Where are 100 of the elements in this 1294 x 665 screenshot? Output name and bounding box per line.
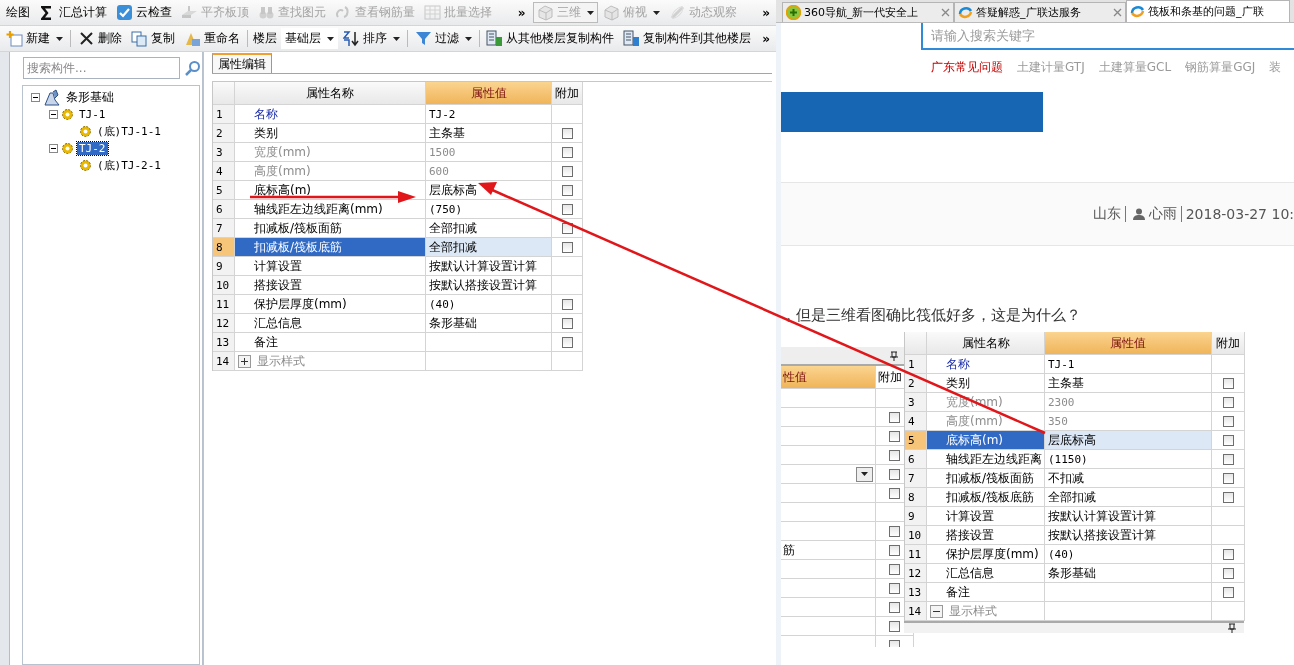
property-name[interactable]: 宽度(mm) [235, 143, 426, 162]
checkbox[interactable] [1222, 396, 1234, 408]
toolbar-button[interactable]: 绘图 [2, 2, 34, 23]
checkbox[interactable] [561, 222, 573, 234]
property-value[interactable]: 按默认计算设置计算 [1048, 508, 1156, 524]
tree-item[interactable]: (底)TJ-2-1 [95, 158, 163, 173]
property-name[interactable]: 计算设置 [927, 507, 1045, 526]
property-value[interactable]: 全部扣减 [429, 220, 477, 236]
property-value[interactable]: 条形基础 [1048, 565, 1096, 581]
checkbox[interactable] [889, 563, 900, 575]
checkbox[interactable] [889, 639, 900, 647]
checkbox[interactable] [1222, 434, 1234, 446]
checkbox[interactable] [889, 544, 900, 556]
property-name[interactable]: 备注 [235, 333, 426, 352]
property-name[interactable]: 类别 [927, 374, 1045, 393]
property-value[interactable]: 不扣减 [1048, 470, 1084, 486]
toolbar-button[interactable]: 复制 [126, 28, 179, 49]
checkbox[interactable] [561, 165, 573, 177]
property-name[interactable]: 底标高(m) [927, 431, 1045, 450]
toolbar-button[interactable]: 删除 [73, 28, 126, 49]
checkbox[interactable] [1222, 415, 1234, 427]
toolbar-button[interactable]: 排序 [338, 28, 404, 49]
group-row[interactable]: 显示样式 [235, 352, 426, 371]
checkbox[interactable] [1222, 453, 1234, 465]
checkbox[interactable] [561, 336, 573, 348]
property-value[interactable]: 1500 [429, 145, 456, 159]
property-name[interactable]: 扣减板/筏板底筋 [235, 238, 426, 257]
more-button[interactable]: » [756, 31, 776, 46]
checkbox[interactable] [561, 241, 573, 253]
checkbox[interactable] [561, 317, 573, 329]
property-name[interactable]: 扣减板/筏板底筋 [927, 488, 1045, 507]
tree-item[interactable]: TJ-1 [77, 108, 108, 121]
property-value[interactable]: (40) [1048, 547, 1075, 561]
property-value[interactable]: 条形基础 [429, 315, 477, 331]
tree-item[interactable]: (底)TJ-1-1 [95, 124, 163, 139]
floor-select[interactable]: 基础层 [281, 28, 338, 49]
search-field[interactable]: 请输入搜索关键字 [921, 23, 1294, 50]
browser-tab[interactable]: 筏板和条基的问题_广联 [1126, 0, 1290, 22]
property-name[interactable]: 扣减板/筏板面筋 [927, 469, 1045, 488]
property-name[interactable]: 汇总信息 [235, 314, 426, 333]
property-name[interactable]: 保护层厚度(mm) [235, 295, 426, 314]
property-name[interactable]: 类别 [235, 124, 426, 143]
tree-item[interactable]: 条形基础 [64, 89, 116, 106]
property-value[interactable]: TJ-1 [1048, 357, 1075, 371]
property-value[interactable]: 按默认搭接设置计算 [429, 277, 537, 293]
toolbar-button[interactable]: 过滤 [410, 28, 476, 49]
more-button[interactable]: » [511, 5, 532, 20]
toolbar-button[interactable]: 复制构件到其他楼层 [619, 28, 756, 49]
property-name[interactable]: 高度(mm) [235, 162, 426, 181]
checkbox[interactable] [889, 468, 900, 480]
checkbox[interactable] [889, 449, 900, 461]
checkbox[interactable] [1222, 472, 1234, 484]
nav-link[interactable]: 广东常见问题 [931, 59, 1003, 75]
property-value[interactable]: 按默认计算设置计算 [429, 258, 537, 274]
checkbox[interactable] [1222, 586, 1234, 598]
property-value[interactable]: 600 [429, 164, 449, 178]
property-name[interactable]: 名称 [235, 105, 426, 124]
panel-tab[interactable]: 属性编辑 [212, 53, 272, 73]
property-value[interactable]: 层底标高 [429, 182, 477, 198]
property-name[interactable]: 汇总信息 [927, 564, 1045, 583]
toolbar-button[interactable]: 云检查 [112, 2, 176, 23]
checkbox[interactable] [561, 146, 573, 158]
dropdown-button[interactable] [856, 466, 873, 482]
tree-item[interactable]: TJ-2 [77, 142, 108, 155]
property-value[interactable]: (1150) [1048, 452, 1088, 466]
toolbar-button[interactable]: 从其他楼层复制构件 [482, 28, 619, 49]
checkbox[interactable] [889, 411, 900, 423]
checkbox[interactable] [1222, 377, 1234, 389]
property-name[interactable]: 搭接设置 [235, 276, 426, 295]
checkbox[interactable] [889, 430, 900, 442]
toolbar-button[interactable]: 汇总计算 [35, 2, 111, 23]
checkbox[interactable] [561, 203, 573, 215]
browser-tab[interactable]: 答疑解惑_广联达服务 [954, 2, 1126, 22]
property-value[interactable]: 全部扣减 [1048, 489, 1096, 505]
property-name[interactable]: 轴线距左边线距离 [927, 450, 1045, 469]
checkbox[interactable] [889, 487, 900, 499]
checkbox[interactable] [561, 184, 573, 196]
checkbox[interactable] [889, 582, 900, 594]
property-value[interactable]: 主条基 [1048, 375, 1084, 391]
checkbox[interactable] [889, 620, 900, 632]
search-field[interactable]: 搜索构件... [23, 57, 180, 79]
property-name[interactable]: 计算设置 [235, 257, 426, 276]
checkbox[interactable] [889, 525, 900, 537]
property-name[interactable]: 备注 [927, 583, 1045, 602]
property-name[interactable]: 保护层厚度(mm) [927, 545, 1045, 564]
checkbox[interactable] [889, 601, 900, 613]
property-value[interactable]: 主条基 [429, 125, 465, 141]
checkbox[interactable] [561, 298, 573, 310]
property-value[interactable]: (750) [429, 202, 463, 216]
checkbox[interactable] [1222, 567, 1234, 579]
checkbox[interactable] [1222, 548, 1234, 560]
property-name[interactable]: 搭接设置 [927, 526, 1045, 545]
checkbox[interactable] [561, 127, 573, 139]
property-value[interactable]: (40) [429, 297, 456, 311]
property-value[interactable]: 按默认搭接设置计算 [1048, 527, 1156, 543]
toolbar-button[interactable]: 新建 [2, 28, 67, 49]
checkbox[interactable] [1222, 491, 1234, 503]
toolbar-button[interactable]: 重命名 [179, 28, 244, 49]
property-name[interactable]: 名称 [927, 355, 1045, 374]
property-value[interactable]: TJ-2 [429, 107, 456, 121]
